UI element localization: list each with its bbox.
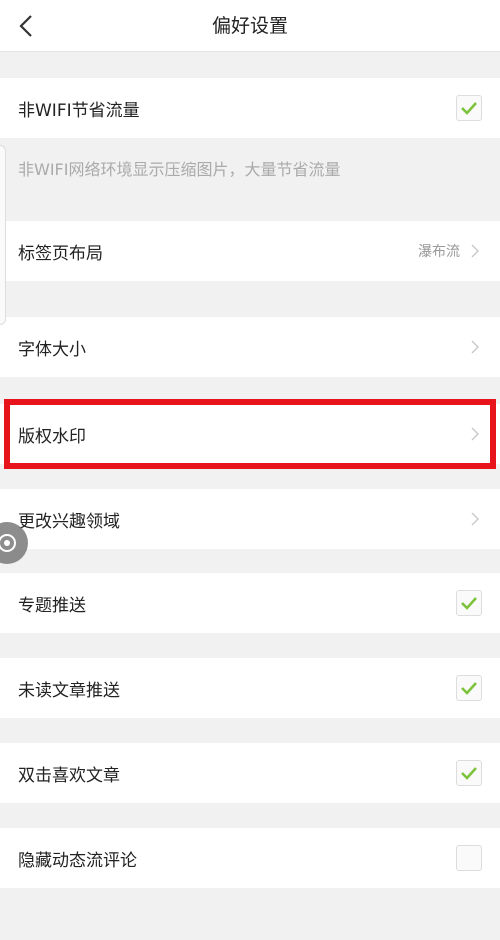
setting-interests[interactable]: 更改兴趣领域 bbox=[0, 489, 500, 549]
setting-tab-layout[interactable]: 标签页布局 瀑布流 bbox=[0, 221, 500, 281]
setting-label: 隐藏动态流评论 bbox=[18, 850, 137, 871]
double-tap-like-checkbox[interactable] bbox=[456, 760, 482, 786]
chevron-right-icon bbox=[468, 244, 482, 258]
setting-hide-comments[interactable]: 隐藏动态流评论 bbox=[0, 828, 500, 888]
wifi-saver-checkbox[interactable] bbox=[456, 95, 482, 121]
chevron-right-icon bbox=[468, 512, 482, 526]
setting-label: 版权水印 bbox=[18, 426, 86, 447]
setting-label: 非WIFI节省流量 bbox=[18, 100, 140, 121]
header: 偏好设置 bbox=[0, 0, 500, 52]
setting-label: 双击喜欢文章 bbox=[18, 765, 120, 786]
check-icon bbox=[461, 767, 477, 780]
hide-comments-checkbox[interactable] bbox=[456, 845, 482, 871]
setting-watermark[interactable]: 版权水印 bbox=[0, 404, 500, 464]
unread-push-checkbox[interactable] bbox=[456, 675, 482, 701]
setting-unread-push[interactable]: 未读文章推送 bbox=[0, 658, 500, 718]
setting-label: 专题推送 bbox=[18, 595, 86, 616]
setting-label: 未读文章推送 bbox=[18, 680, 120, 701]
check-icon bbox=[461, 682, 477, 695]
wifi-saver-description: 非WIFI网络环境显示压缩图片，大量节省流量 bbox=[18, 160, 341, 179]
check-icon bbox=[461, 597, 477, 610]
aperture-icon bbox=[0, 534, 16, 552]
setting-wifi-saver[interactable]: 非WIFI节省流量 bbox=[0, 78, 500, 138]
edge-handle[interactable] bbox=[0, 145, 6, 325]
check-icon bbox=[461, 102, 477, 115]
setting-label: 标签页布局 bbox=[18, 243, 103, 264]
page-title: 偏好设置 bbox=[211, 15, 288, 37]
setting-topic-push[interactable]: 专题推送 bbox=[0, 573, 500, 633]
setting-double-tap-like[interactable]: 双击喜欢文章 bbox=[0, 743, 500, 803]
setting-value: 瀑布流 bbox=[418, 244, 460, 260]
setting-label: 字体大小 bbox=[18, 339, 86, 360]
setting-font-size[interactable]: 字体大小 bbox=[0, 317, 500, 377]
setting-label: 更改兴趣领域 bbox=[18, 511, 120, 532]
chevron-right-icon bbox=[468, 427, 482, 441]
chevron-right-icon bbox=[468, 340, 482, 354]
topic-push-checkbox[interactable] bbox=[456, 590, 482, 616]
